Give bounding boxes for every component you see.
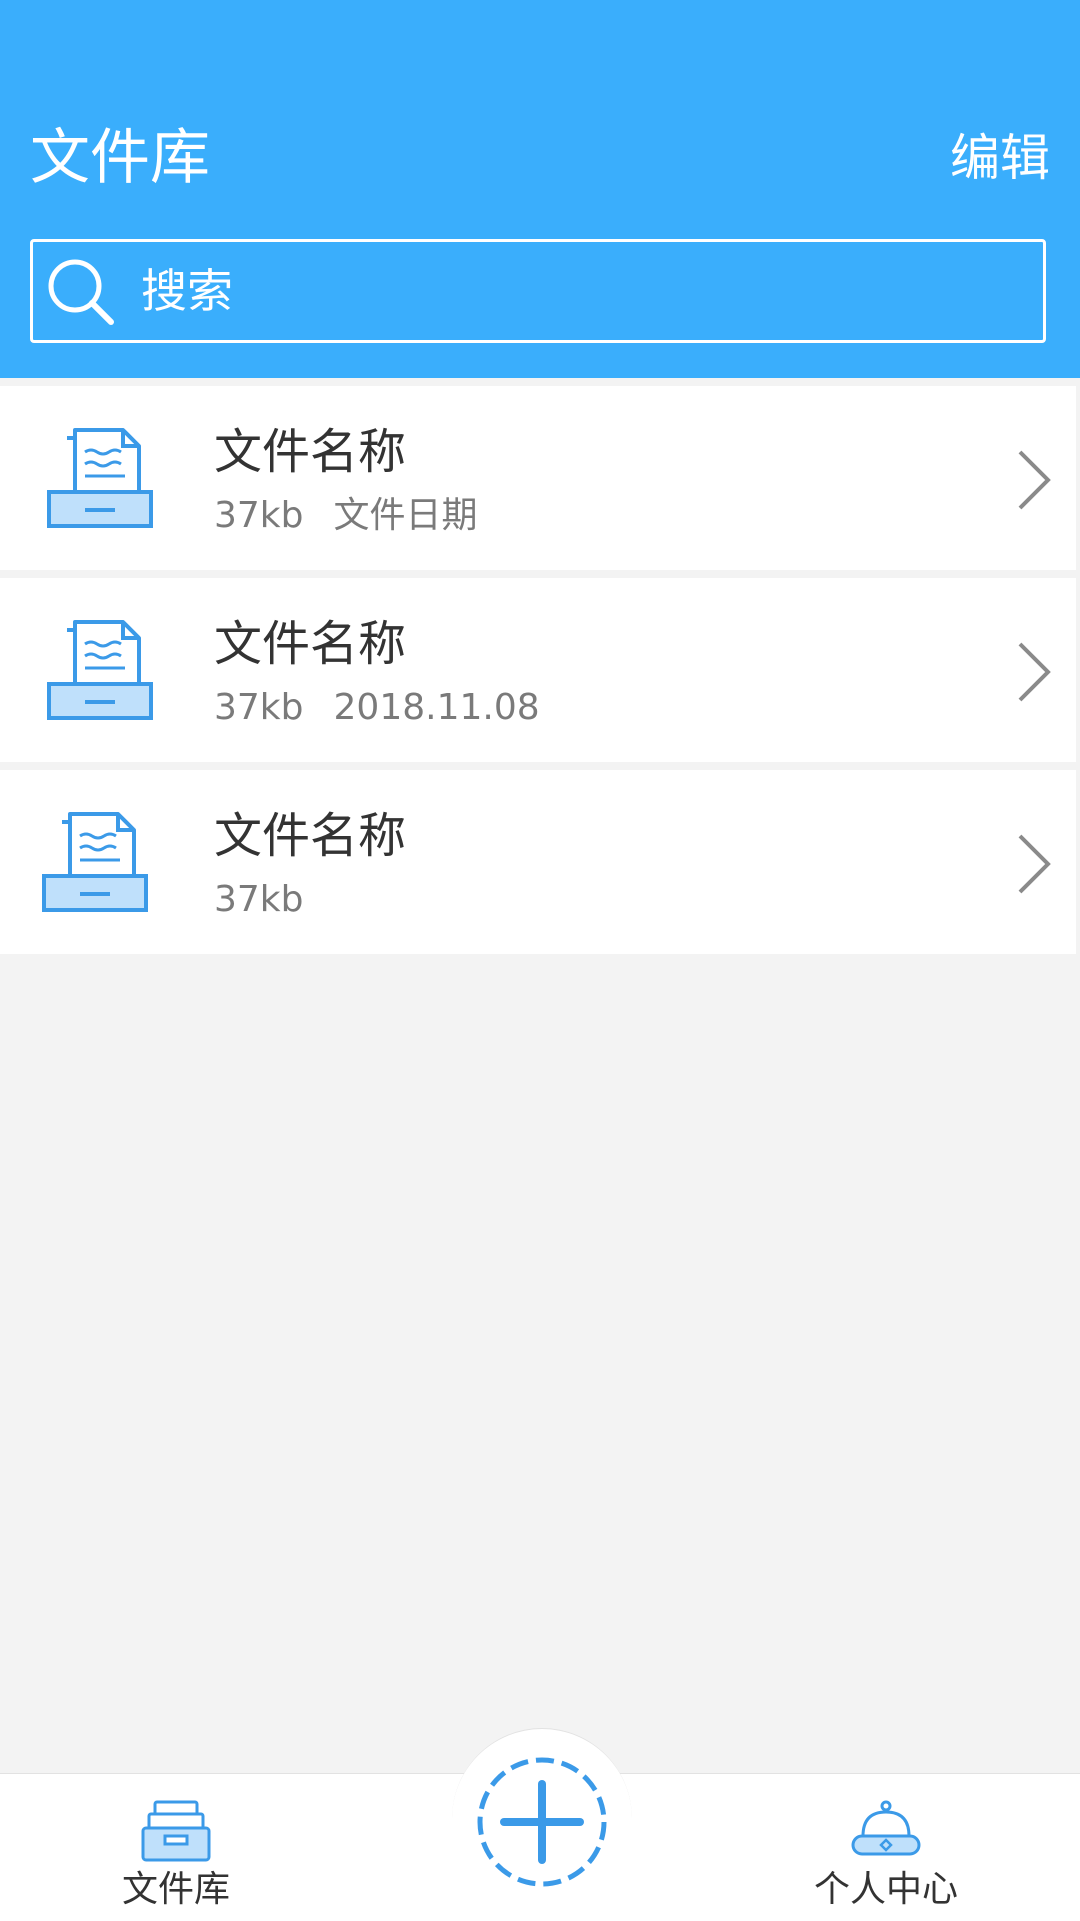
file-meta: 37kb 文件日期 [214, 492, 478, 540]
tab-label: 个人中心 [813, 1869, 958, 1910]
chevron-right-icon [1018, 834, 1051, 894]
file-size: 37kb [214, 687, 304, 728]
file-name: 文件名称 [214, 808, 407, 864]
service-bell-icon [851, 1800, 921, 1856]
file-list: 文件名称 37kb 文件日期 文件名称 37kb 2018.11.08 文件名称… [0, 386, 1076, 962]
file-name: 文件名称 [214, 424, 407, 480]
chevron-right-icon [1018, 450, 1051, 510]
search-input[interactable] [141, 251, 1043, 331]
file-date: 2018.11.08 [333, 687, 540, 728]
file-row[interactable]: 文件名称 37kb [0, 770, 1076, 954]
file-size: 37kb [214, 495, 304, 536]
header-bar: 文件库 编辑 [0, 0, 1080, 378]
document-tray-icon [42, 812, 148, 912]
edit-button[interactable]: 编辑 [950, 120, 1050, 196]
tab-profile[interactable]: 个人中心 [766, 1774, 1006, 1921]
chevron-right-icon [1018, 642, 1051, 702]
tab-file-library[interactable]: 文件库 [56, 1774, 296, 1921]
archive-box-icon [141, 1800, 211, 1862]
file-date: 文件日期 [333, 495, 478, 536]
search-icon [48, 259, 114, 325]
search-box[interactable] [30, 239, 1046, 343]
file-name: 文件名称 [214, 616, 407, 672]
file-row[interactable]: 文件名称 37kb 文件日期 [0, 386, 1076, 570]
file-meta: 37kb 2018.11.08 [214, 684, 540, 732]
add-button[interactable] [472, 1752, 612, 1892]
file-meta: 37kb [214, 876, 304, 924]
page-title: 文件库 [30, 123, 210, 193]
file-size: 37kb [214, 879, 304, 920]
document-tray-icon [47, 620, 153, 720]
tab-label: 文件库 [121, 1869, 230, 1910]
file-row[interactable]: 文件名称 37kb 2018.11.08 [0, 578, 1076, 762]
document-tray-icon [47, 428, 153, 528]
